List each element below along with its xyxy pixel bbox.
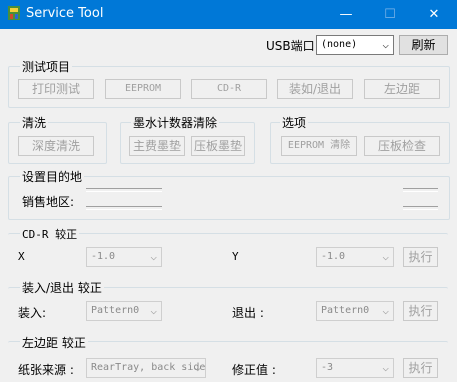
cdr-y-select[interactable]: -1.0 ⌵ — [316, 247, 394, 267]
print-test-button[interactable]: 打印测试 — [18, 79, 94, 99]
load-label: 装入: — [18, 306, 47, 320]
eject-value: Pattern0 — [321, 305, 370, 316]
region-field-line — [403, 206, 438, 210]
test-items-title: 测试项目 — [20, 58, 73, 75]
cdr-run-button[interactable]: 执行 — [403, 247, 438, 267]
chevron-down-icon: ⌵ — [382, 304, 389, 317]
options-title: 选项 — [280, 114, 309, 131]
main-ink-pad-button[interactable]: 主费墨垫 — [129, 136, 185, 156]
title-bar: Service Tool — ☐ ✕ — [0, 0, 457, 29]
usb-port-value: (none) — [321, 39, 358, 50]
usb-port-select[interactable]: (none) ⌵ — [316, 35, 394, 55]
usb-port-label: USB端口 — [266, 39, 315, 53]
region-field-line — [86, 206, 162, 210]
deep-clean-button[interactable]: 深度清洗 — [18, 136, 94, 156]
eject-label: 退出 : — [232, 306, 264, 320]
cdr-x-value: -1.0 — [91, 251, 116, 262]
maximize-button[interactable]: ☐ — [369, 0, 411, 29]
minimize-button[interactable]: — — [325, 0, 367, 29]
load-eject-title: 装入/退出 较正 — [20, 279, 104, 296]
cdr-x-label: X — [18, 250, 25, 263]
chevron-down-icon: ⌵ — [150, 304, 157, 317]
clean-title: 清洗 — [20, 114, 49, 131]
paper-source-select[interactable]: RearTray, back side ⌵ — [86, 358, 206, 378]
chevron-down-icon: ⌵ — [150, 250, 157, 263]
platen-check-button[interactable]: 压板检查 — [364, 136, 440, 156]
paper-source-value: RearTray, back side — [91, 362, 206, 373]
correction-value: -3 — [321, 362, 334, 373]
close-button[interactable]: ✕ — [413, 0, 455, 29]
refresh-button[interactable]: 刷新 — [399, 35, 448, 55]
ink-counter-title: 墨水计数器清除 — [131, 114, 220, 131]
load-value: Pattern0 — [91, 305, 140, 316]
destination-title: 设置目的地 — [20, 168, 85, 185]
eject-select[interactable]: Pattern0 ⌵ — [316, 301, 394, 321]
correction-value-select[interactable]: -3 ⌵ — [316, 358, 394, 378]
eeprom-clear-button[interactable]: EEPROM 清除 — [281, 136, 357, 156]
cdr-button[interactable]: CD-R — [191, 79, 267, 99]
load-eject-button[interactable]: 装如/退出 — [277, 79, 353, 99]
load-eject-run-button[interactable]: 执行 — [403, 301, 438, 321]
chevron-down-icon: ⌵ — [382, 250, 389, 263]
left-margin-run-button[interactable]: 执行 — [403, 358, 438, 378]
region-label: 销售地区: — [22, 195, 75, 209]
load-select[interactable]: Pattern0 ⌵ — [86, 301, 162, 321]
cdr-y-label: Y — [232, 250, 239, 263]
region-field-line — [403, 188, 438, 192]
window-title: Service Tool — [26, 6, 104, 21]
chevron-down-icon: ⌵ — [382, 38, 389, 51]
correction-value-label: 修正值 : — [232, 363, 276, 377]
paper-source-label: 纸张来源 : — [18, 363, 74, 377]
cdr-y-value: -1.0 — [321, 251, 346, 262]
platen-ink-pad-button[interactable]: 压板墨垫 — [191, 136, 245, 156]
left-margin-button[interactable]: 左边距 — [364, 79, 440, 99]
chevron-down-icon: ⌵ — [382, 361, 389, 374]
cdr-x-select[interactable]: -1.0 ⌵ — [86, 247, 162, 267]
left-margin-title: 左边距 较正 — [20, 334, 88, 351]
eeprom-button[interactable]: EEPROM — [105, 79, 181, 99]
chevron-down-icon: ⌵ — [194, 361, 201, 374]
cdr-title: CD-R 较正 — [20, 226, 80, 242]
app-icon — [8, 6, 20, 20]
region-field-line — [86, 188, 162, 192]
